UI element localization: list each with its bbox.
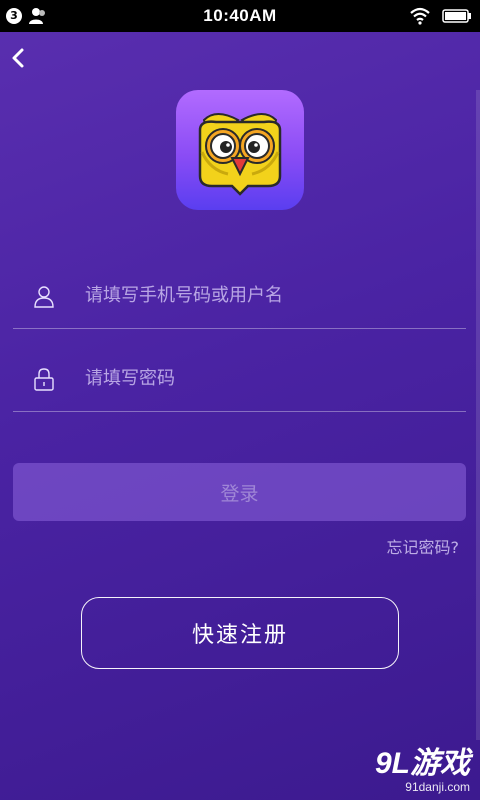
status-time: 10:40AM — [203, 6, 277, 25]
user-outline-icon — [34, 286, 54, 308]
forgot-password-link[interactable]: 忘记密码? — [387, 534, 460, 558]
password-input[interactable] — [83, 355, 457, 401]
watermark-brand: 9L游戏 — [374, 747, 470, 780]
battery-icon — [442, 9, 471, 23]
username-input[interactable] — [83, 272, 457, 318]
scrollbar[interactable] — [476, 90, 480, 740]
watermark: 9L游戏 91danji.com — [374, 747, 470, 795]
username-field — [13, 250, 466, 329]
status-bar: 3 10:40AM — [0, 0, 480, 32]
back-arrow-icon — [12, 48, 24, 68]
lock-icon — [34, 368, 54, 391]
watermark-url: 91danji.com — [405, 780, 470, 794]
back-button[interactable] — [4, 44, 32, 72]
app-logo — [176, 90, 304, 210]
wifi-icon — [410, 7, 430, 25]
owl-app-logo-icon — [198, 113, 282, 196]
quick-register-button[interactable]: 快速注册 — [81, 597, 399, 669]
login-button[interactable]: 登录 — [13, 463, 466, 521]
password-field — [13, 333, 466, 412]
